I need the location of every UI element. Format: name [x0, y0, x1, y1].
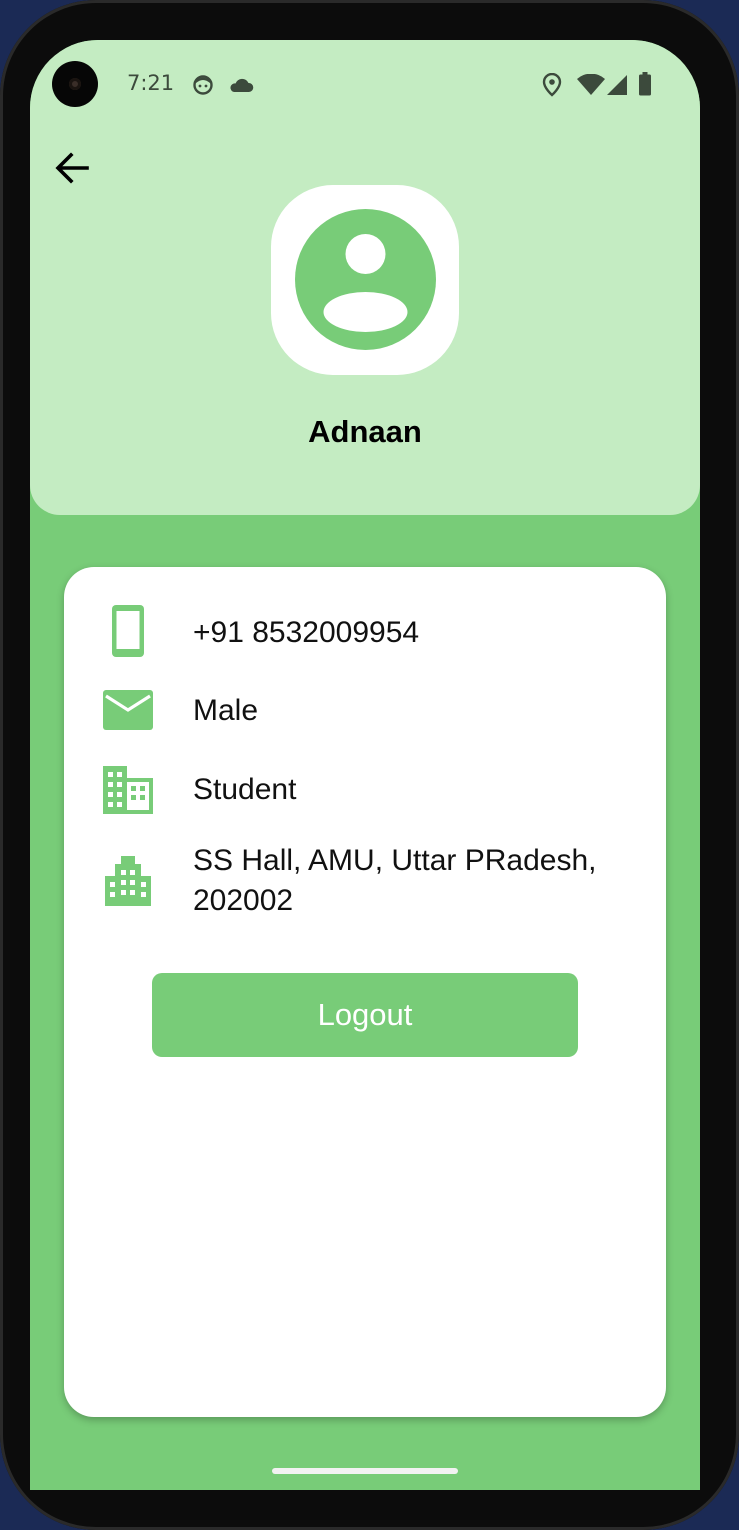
- front-camera: [52, 61, 98, 107]
- address-value: SS Hall, AMU, Uttar PRadesh, 202002: [193, 844, 597, 917]
- battery-icon: [639, 72, 651, 96]
- signal-icon: [607, 75, 627, 95]
- person-icon: [323, 234, 408, 332]
- phone-frame: 7:21 Adnaan +91 8532009954 Male Student …: [0, 0, 739, 1530]
- gender-value: Male: [193, 694, 259, 727]
- home-indicator[interactable]: [272, 1468, 458, 1474]
- user-name: Adnaan: [308, 414, 422, 449]
- gender-row: Male: [64, 683, 666, 743]
- status-time: 7:21: [127, 71, 175, 95]
- wifi-icon: [577, 74, 605, 95]
- occupation-row: Student: [64, 763, 666, 823]
- apartment-icon: [105, 856, 151, 906]
- address-row: SS Hall, AMU, Uttar PRadesh, 202002: [64, 844, 666, 929]
- location-pin-icon: [542, 73, 562, 97]
- account-circle-icon: [295, 209, 436, 350]
- avatar: [271, 185, 459, 375]
- phone-number: +91 8532009954: [193, 616, 420, 649]
- app-screen: 7:21 Adnaan +91 8532009954 Male Student …: [30, 40, 700, 1490]
- profile-header: 7:21 Adnaan: [30, 40, 700, 515]
- notification-face-icon: [193, 75, 213, 95]
- smartphone-icon: [112, 605, 144, 657]
- logout-button[interactable]: Logout: [152, 973, 578, 1057]
- phone-row: +91 8532009954: [64, 601, 666, 661]
- building-icon: [103, 766, 153, 814]
- cloud-icon: [230, 78, 254, 92]
- back-arrow-icon[interactable]: [48, 144, 98, 194]
- occupation-value: Student: [193, 773, 297, 806]
- mail-icon: [103, 690, 153, 730]
- profile-details-card: +91 8532009954 Male Student SS Hall, AMU…: [64, 567, 666, 1417]
